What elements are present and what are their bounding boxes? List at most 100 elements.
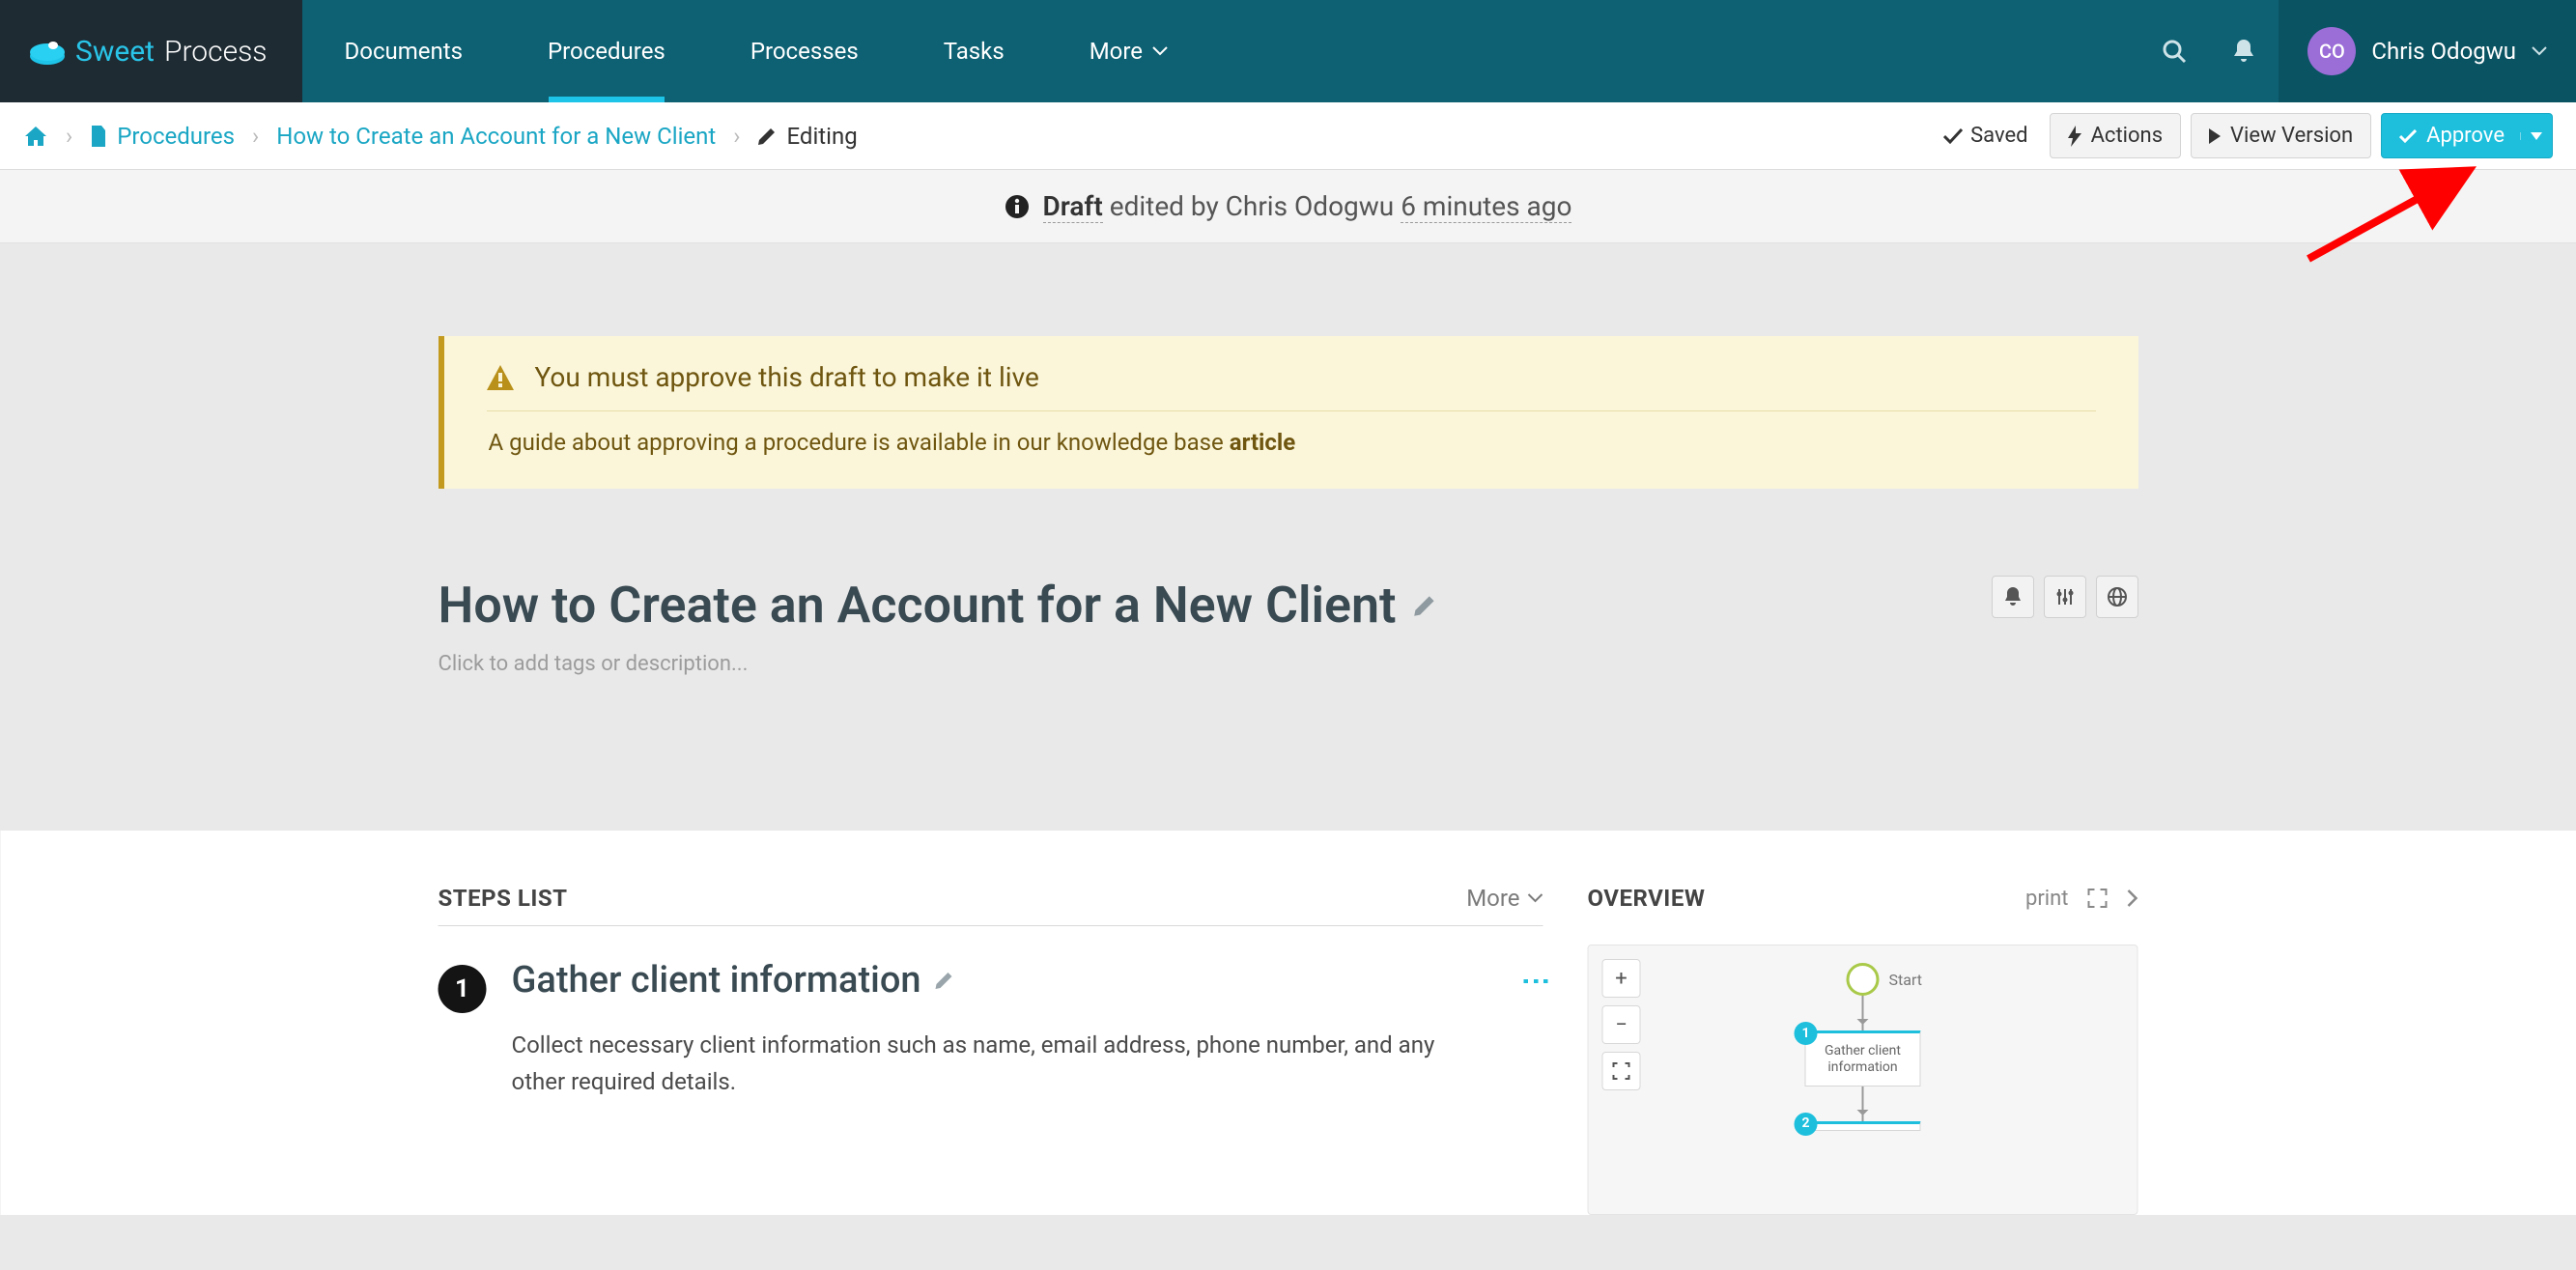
overview-tools: print [2025,887,2138,911]
breadcrumb-separator: › [733,123,740,150]
flow-node-label: Gather client information [1825,1043,1901,1075]
breadcrumb: › Procedures › How to Create an Account … [23,123,858,150]
fullscreen-button[interactable] [1602,1052,1641,1090]
flowchart: Start 1 Gather client information 2 [1805,963,1921,1131]
draft-time: 6 minutes ago [1401,190,1571,223]
document-icon [90,126,107,147]
sliders-icon [2055,587,2075,607]
nav-more-label: More [1090,38,1143,65]
breadcrumb-doc[interactable]: How to Create an Account for a New Clien… [276,123,716,150]
tags-placeholder[interactable]: Click to add tags or description... [439,652,1972,676]
flow-arrow [1862,1087,1864,1121]
draft-banner: Draft edited by Chris Odogwu 6 minutes a… [0,170,2576,243]
view-version-button[interactable]: View Version [2191,113,2371,158]
globe-icon [2107,586,2128,607]
logo[interactable]: Sweet Process [0,0,302,102]
notice-body: A guide about approving a procedure is a… [487,410,2096,456]
flow-step-node[interactable]: 2 [1805,1121,1921,1131]
pencil-icon [1413,594,1436,617]
step-menu-button[interactable]: ⋮ [1529,967,1543,998]
overview-header: OVERVIEW print [1588,885,2138,925]
settings-button[interactable] [2044,576,2086,618]
breadcrumb-separator: › [252,123,259,150]
notice-body-text: A guide about approving a procedure is a… [489,429,1230,456]
reminders-button[interactable] [1992,576,2034,618]
chevron-down-icon [2532,46,2547,56]
nav-tasks-label: Tasks [944,38,1005,65]
home-icon[interactable] [23,125,48,148]
approve-dropdown[interactable] [2520,132,2542,140]
draft-word: Draft [1043,190,1103,223]
overview-canvas[interactable]: + − Start 1 Gather client information [1588,945,2138,1215]
breadcrumb-editing: Editing [757,123,857,150]
nav-more[interactable]: More [1047,0,1210,102]
logo-icon [29,37,66,66]
page: You must approve this draft to make it l… [0,243,2576,676]
flow-step-node[interactable]: 1 Gather client information [1805,1030,1921,1087]
expand-icon[interactable] [2088,889,2108,908]
steps-heading: STEPS LIST [439,885,568,912]
search-icon [2161,38,2188,65]
steps-more-label: More [1466,885,1519,912]
saved-indicator: Saved [1943,124,2027,148]
doc-title-text: How to Create an Account for a New Clien… [439,576,1397,635]
nav-procedures-label: Procedures [548,38,665,65]
search-button[interactable] [2139,0,2209,102]
chevron-right-icon[interactable] [2127,889,2138,908]
notice-article-link[interactable]: article [1230,429,1296,456]
nav-links: Documents Procedures Processes Tasks Mor… [302,0,1211,102]
steps-more[interactable]: More [1466,885,1543,912]
bell-icon [2003,586,2023,607]
pencil-icon [935,971,954,990]
avatar: CO [2307,27,2356,75]
step-description: Collect necessary client information suc… [512,1027,1478,1101]
avatar-initials: CO [2319,40,2345,63]
nav-procedures[interactable]: Procedures [505,0,708,102]
breadcrumb-procedures-label: Procedures [117,123,235,150]
public-button[interactable] [2096,576,2138,618]
lightning-icon [2068,126,2081,147]
breadcrumb-doc-label: How to Create an Account for a New Clien… [276,123,716,150]
steps-column: STEPS LIST More 1 Gather client informat… [439,885,1543,1215]
chevron-down-icon [1152,46,1168,56]
approve-button[interactable]: Approve [2381,113,2553,158]
step-title[interactable]: Gather client information [512,959,1543,1002]
zoom-in-button[interactable]: + [1602,959,1641,998]
notifications-button[interactable] [2209,0,2279,102]
check-icon [2399,129,2417,143]
flow-badge: 1 [1795,1022,1818,1045]
step-number-text: 1 [455,974,469,1003]
flow-start-label: Start [1889,971,1922,989]
nav-tasks[interactable]: Tasks [901,0,1047,102]
step-item: 1 Gather client information Collect nece… [439,959,1543,1101]
overview-heading: OVERVIEW [1588,885,1706,912]
nav-processes-label: Processes [750,38,859,65]
step-title-text: Gather client information [512,959,921,1002]
approve-notice: You must approve this draft to make it l… [439,336,2138,489]
zoom-controls: + − [1602,959,1641,1090]
nav-processes[interactable]: Processes [708,0,901,102]
nav-documents-label: Documents [345,38,464,65]
breadcrumb-procedures[interactable]: Procedures [90,123,235,150]
warning-icon [487,365,514,390]
nav-documents[interactable]: Documents [302,0,506,102]
overview-print[interactable]: print [2025,887,2069,911]
logo-text-sweet: Sweet [75,35,155,69]
check-icon [1943,128,1963,144]
flow-badge: 2 [1795,1113,1818,1136]
saved-label: Saved [1970,124,2027,148]
chevron-down-icon [1528,893,1543,903]
doc-title[interactable]: How to Create an Account for a New Clien… [439,576,1972,635]
flow-start-node[interactable] [1847,963,1880,996]
topnav: Sweet Process Documents Procedures Proces… [0,0,2576,102]
user-menu[interactable]: CO Chris Odogwu [2279,0,2576,102]
info-icon [1005,194,1030,219]
actions-button[interactable]: Actions [2050,113,2181,158]
subbar-actions: Saved Actions View Version Approve [1943,113,2553,158]
logo-text-process: Process [164,35,268,69]
user-name: Chris Odogwu [2371,38,2516,65]
bell-icon [2231,38,2256,65]
white-section: STEPS LIST More 1 Gather client informat… [0,831,2576,1215]
breadcrumb-editing-label: Editing [786,123,857,150]
zoom-out-button[interactable]: − [1602,1005,1641,1044]
